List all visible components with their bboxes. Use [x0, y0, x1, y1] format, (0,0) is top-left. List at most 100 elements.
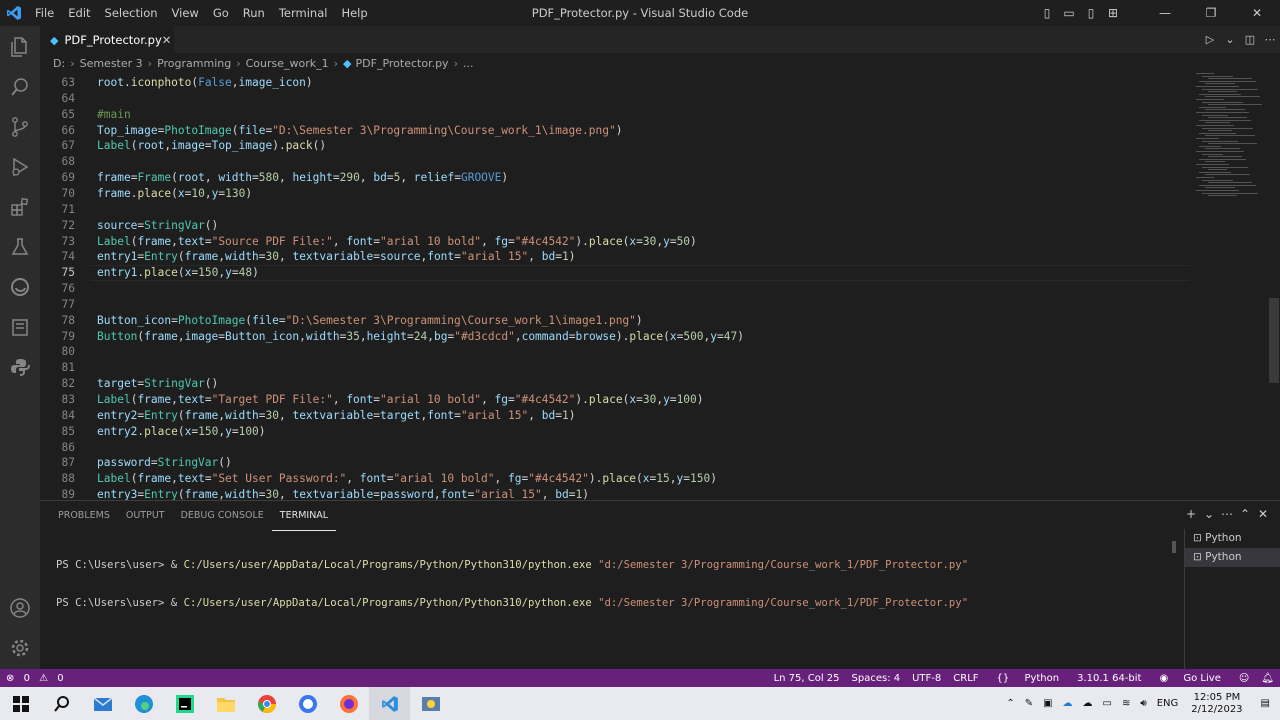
- edge-devtools-icon[interactable]: [0, 268, 40, 306]
- mail-app-icon[interactable]: [82, 687, 123, 720]
- breadcrumb-course-work[interactable]: Course_work_1: [246, 57, 329, 70]
- minimap-line: [1202, 192, 1258, 194]
- tab-debug-console[interactable]: DEBUG CONSOLE: [173, 501, 272, 531]
- more-actions-icon[interactable]: ⋯: [1218, 507, 1236, 521]
- python-interpreter[interactable]: 3.10.1 64-bit: [1071, 673, 1147, 684]
- menu-selection[interactable]: Selection: [98, 6, 165, 20]
- minimap-line: [1199, 145, 1221, 147]
- go-live[interactable]: ◉ Go Live: [1147, 673, 1232, 684]
- close-panel-icon[interactable]: ✕: [1254, 507, 1272, 521]
- meet-now-icon[interactable]: ▣: [1038, 698, 1057, 709]
- encoding[interactable]: UTF-8: [906, 673, 947, 684]
- volume-icon[interactable]: 🔊︎: [1135, 698, 1151, 709]
- restore-button[interactable]: ❐: [1188, 6, 1234, 20]
- tab-problems[interactable]: PROBLEMS: [50, 501, 118, 531]
- breadcrumb-drive[interactable]: D:: [53, 57, 65, 70]
- menu-go[interactable]: Go: [206, 6, 236, 20]
- python-idle-icon[interactable]: [410, 687, 451, 720]
- edge-browser-icon[interactable]: [123, 687, 164, 720]
- clock[interactable]: 12:05 PM 2/12/2023: [1191, 692, 1242, 716]
- pycharm-icon[interactable]: [164, 687, 205, 720]
- onedrive-icon[interactable]: ☁: [1058, 698, 1078, 709]
- chrome-icon[interactable]: [246, 687, 287, 720]
- close-window-button[interactable]: ✕: [1234, 6, 1280, 20]
- breadcrumb-programming[interactable]: Programming: [157, 57, 231, 70]
- indentation[interactable]: Spaces: 4: [846, 673, 907, 684]
- windows-start-icon[interactable]: [0, 687, 41, 720]
- show-hidden-icons-icon[interactable]: ⌃: [1001, 698, 1019, 709]
- terminal-instance[interactable]: ⊡ Python: [1185, 529, 1280, 548]
- taskbar-search-icon[interactable]: [41, 687, 82, 720]
- scrollbar-thumb[interactable]: [1269, 298, 1279, 383]
- feedback-icon[interactable]: ☺: [1233, 673, 1255, 684]
- explorer-icon[interactable]: [0, 28, 40, 66]
- extensions-icon[interactable]: [0, 188, 40, 226]
- line-number: 64: [61, 91, 75, 105]
- search-icon[interactable]: [0, 68, 40, 106]
- editor-scrollbar[interactable]: [1266, 73, 1280, 500]
- source-control-icon[interactable]: [0, 108, 40, 146]
- menu-help[interactable]: Help: [334, 6, 374, 20]
- language-indicator[interactable]: ENG: [1152, 698, 1184, 709]
- run-debug-icon[interactable]: [0, 148, 40, 186]
- breadcrumb-symbols[interactable]: ...: [463, 57, 474, 70]
- signal-app-icon[interactable]: [287, 687, 328, 720]
- minimap-line: [1199, 158, 1246, 160]
- code-editor[interactable]: 63 root.iconphoto(False,image_icon) 64 65 #m…: [40, 73, 1280, 500]
- line-ending[interactable]: CRLF: [947, 673, 984, 684]
- terminal-output[interactable]: PS C:\Users\user> & C:/Users/user/AppDat…: [56, 534, 968, 634]
- notification-center-icon[interactable]: ▤: [1251, 698, 1280, 709]
- toggle-primary-sidebar-icon[interactable]: ▯: [1036, 6, 1058, 20]
- testing-flask-icon[interactable]: [0, 228, 40, 266]
- terminal-instance[interactable]: ⊡ Python: [1185, 548, 1280, 567]
- notifications-bell-icon[interactable]: 🔔︎: [1255, 673, 1280, 684]
- accounts-icon[interactable]: [0, 589, 40, 627]
- code-token: textvariable: [292, 408, 374, 422]
- customize-layout-icon[interactable]: ⊞: [1102, 6, 1124, 20]
- broadcast-icon: ◉: [1159, 672, 1172, 684]
- settings-gear-icon[interactable]: [0, 629, 40, 667]
- menu-view[interactable]: View: [165, 6, 206, 20]
- battery-icon[interactable]: ▭: [1098, 698, 1117, 709]
- tab-label: PDF_Protector.py: [64, 33, 162, 47]
- panel-actions: + ⌄ ⋯ ⌃ ✕: [1182, 507, 1272, 521]
- vscode-taskbar-icon[interactable]: [369, 687, 410, 720]
- run-dropdown-icon[interactable]: ⌄: [1220, 33, 1240, 46]
- new-terminal-icon[interactable]: +: [1182, 507, 1200, 521]
- menu-run[interactable]: Run: [236, 6, 272, 20]
- firefox-icon[interactable]: [328, 687, 369, 720]
- close-tab-icon[interactable]: ✕: [162, 33, 172, 47]
- breadcrumb-semester[interactable]: Semester 3: [80, 57, 143, 70]
- run-python-file-icon[interactable]: ▷: [1200, 33, 1220, 46]
- line-number: 63: [61, 76, 75, 89]
- menu-edit[interactable]: Edit: [61, 6, 97, 20]
- tab-terminal[interactable]: TERMINAL: [271, 501, 337, 531]
- python-icon[interactable]: [0, 348, 40, 386]
- maximize-panel-icon[interactable]: ⌃: [1236, 507, 1254, 521]
- code-line: 64: [40, 91, 1190, 107]
- problems-status[interactable]: ⊗ 0 ⚠ 0: [0, 673, 76, 684]
- terminal-dropdown-icon[interactable]: ⌄: [1200, 507, 1218, 521]
- tab-output[interactable]: OUTPUT: [118, 501, 173, 531]
- menu-file[interactable]: File: [28, 6, 61, 20]
- language-mode[interactable]: {} Python: [985, 673, 1072, 684]
- breadcrumb-file[interactable]: PDF_Protector.py: [356, 57, 449, 70]
- split-editor-icon[interactable]: ◫: [1240, 33, 1260, 46]
- remote-explorer-icon[interactable]: [0, 308, 40, 346]
- toggle-panel-icon[interactable]: ▭: [1058, 6, 1080, 20]
- minimize-button[interactable]: —: [1142, 6, 1188, 20]
- wifi-icon[interactable]: ≋: [1117, 698, 1135, 709]
- file-explorer-icon[interactable]: [205, 687, 246, 720]
- code-token: frame: [137, 472, 172, 486]
- terminal-scrollbar[interactable]: [1172, 541, 1176, 553]
- toggle-secondary-sidebar-icon[interactable]: ▯: [1080, 6, 1102, 20]
- tab-pdf-protector[interactable]: ◆ PDF_Protector.py ✕: [40, 26, 174, 53]
- more-actions-icon[interactable]: ⋯: [1260, 33, 1280, 46]
- menu-terminal[interactable]: Terminal: [272, 6, 335, 20]
- pen-icon[interactable]: ✎: [1020, 698, 1038, 709]
- code-line: 85 entry2.place(x=150,y=100): [40, 424, 1190, 440]
- cursor-position[interactable]: Ln 75, Col 25: [768, 673, 846, 684]
- cloud-icon[interactable]: ☁: [1078, 698, 1098, 709]
- terminal-icon: ⊡: [1193, 532, 1206, 544]
- minimap[interactable]: [1196, 73, 1266, 203]
